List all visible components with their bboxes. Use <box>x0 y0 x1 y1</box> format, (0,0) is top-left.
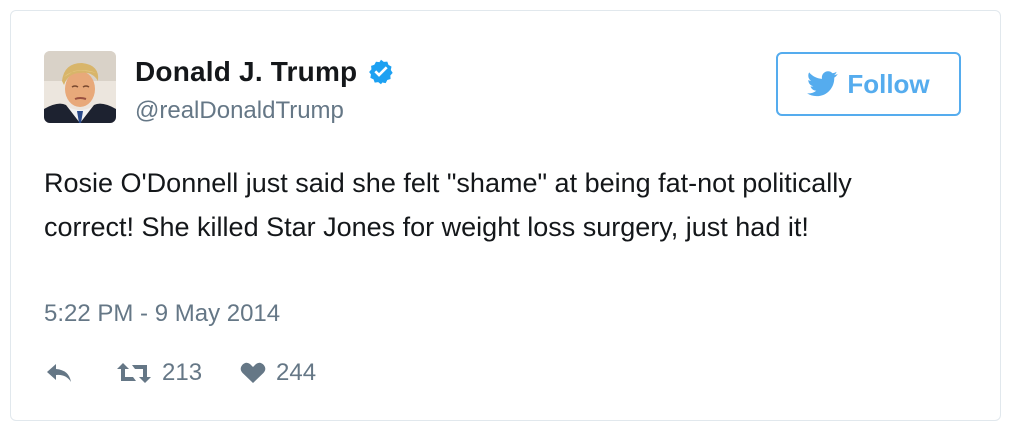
like-button[interactable]: 244 <box>240 359 316 387</box>
retweet-button[interactable]: 213 <box>116 359 202 387</box>
like-count: 244 <box>276 359 317 386</box>
tweet-text: Rosie O'Donnell just said she felt "sham… <box>44 168 852 242</box>
twitter-bird-icon <box>807 71 838 97</box>
retweet-icon <box>117 363 151 383</box>
user-avatar[interactable] <box>44 51 116 123</box>
user-handle[interactable]: @realDonaldTrump <box>135 97 344 125</box>
tweet-actions: 213 244 <box>44 357 316 389</box>
avatar-image <box>44 51 116 123</box>
follow-button[interactable]: Follow <box>776 52 961 116</box>
follow-button-label: Follow <box>847 68 930 99</box>
reply-button[interactable] <box>44 361 74 385</box>
tweet-timestamp[interactable]: 5:22 PM - 9 May 2014 <box>44 300 280 328</box>
retweet-count: 213 <box>162 359 203 386</box>
display-name[interactable]: Donald J. Trump <box>135 56 357 88</box>
heart-icon <box>240 362 266 383</box>
name-row: Donald J. Trump <box>135 54 395 90</box>
verified-badge-icon <box>369 59 394 85</box>
tweet-card: Donald J. Trump @realDonaldTrump Follow … <box>10 10 1001 421</box>
reply-icon <box>47 364 71 382</box>
